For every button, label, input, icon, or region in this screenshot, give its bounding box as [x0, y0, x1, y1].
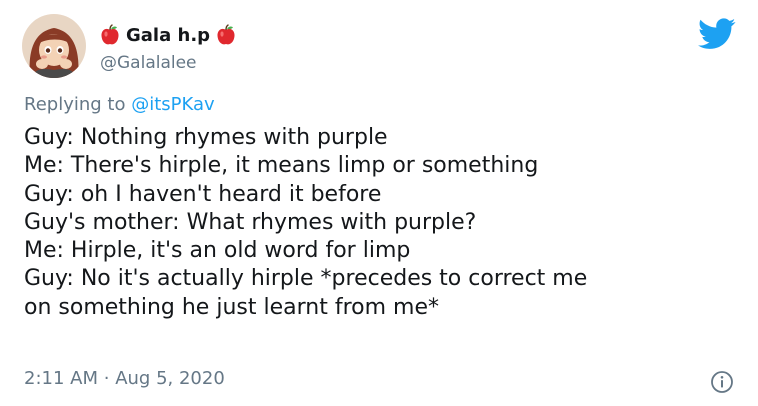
- reply-to-handle-link[interactable]: @itsPKav: [131, 94, 214, 115]
- avatar[interactable]: [22, 14, 86, 78]
- user-handle[interactable]: @Galalalee: [100, 53, 236, 73]
- tweet-line: Me: Hirple, it's an old word for limp: [24, 238, 411, 264]
- avatar-illustration: [22, 14, 86, 78]
- timestamp-separator: ·: [103, 368, 110, 389]
- display-name-row: Gala h.p: [100, 22, 236, 48]
- tweet-date[interactable]: Aug 5, 2020: [115, 368, 225, 389]
- twitter-bird-icon[interactable]: [698, 18, 736, 50]
- info-icon[interactable]: [710, 370, 734, 394]
- tweet-card: Gala h.p @Galalalee Replying to @itsPKav…: [0, 0, 758, 406]
- tweet-line: Me: There's hirple, it means limp or som…: [24, 153, 539, 179]
- tweet-text: Guy: Nothing rhymes with purple Me: Ther…: [24, 124, 744, 322]
- tweet-time[interactable]: 2:11 AM: [24, 368, 98, 389]
- tweet-header: Gala h.p @Galalalee: [100, 22, 236, 73]
- tweet-timestamp[interactable]: 2:11 AM · Aug 5, 2020: [24, 368, 225, 389]
- tweet-line: Guy: oh I haven't heard it before: [24, 181, 382, 207]
- tweet-line: Guy: No it's actually hirple *precedes t…: [24, 266, 588, 292]
- red-apple-icon: [216, 24, 236, 46]
- tweet-line: Guy: Nothing rhymes with purple: [24, 125, 388, 150]
- red-apple-icon: [100, 24, 120, 46]
- tweet-line: on something he just learnt from me*: [24, 294, 439, 320]
- tweet-line: Guy's mother: What rhymes with purple?: [24, 209, 477, 235]
- replying-to-label: Replying to: [24, 94, 126, 115]
- display-name[interactable]: Gala h.p: [126, 25, 210, 46]
- replying-to: Replying to @itsPKav: [24, 94, 215, 115]
